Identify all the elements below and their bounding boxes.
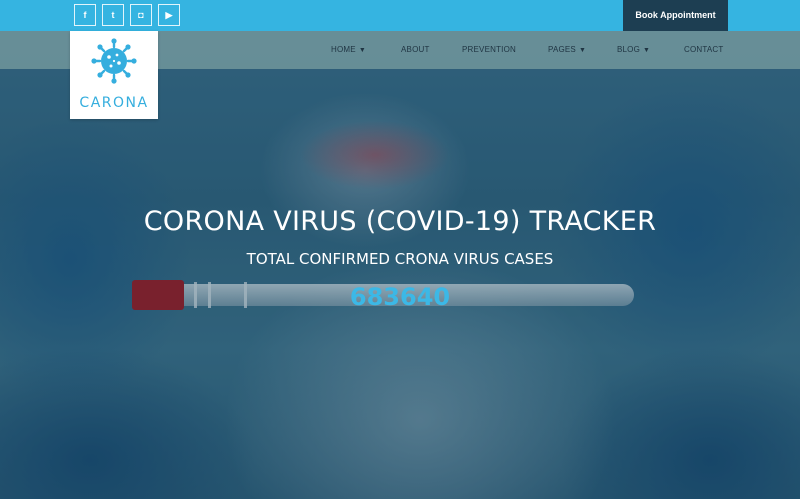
nav-item-label: HOME (331, 45, 356, 54)
nav-item-contact[interactable]: CONTACT (684, 31, 723, 69)
chevron-down-icon: ▼ (358, 47, 366, 54)
chevron-down-icon: ▼ (643, 47, 651, 54)
top-bar: f t ◘ ▶ Book Appointment (0, 0, 800, 31)
virus-icon (91, 38, 137, 84)
page: f t ◘ ▶ Book Appointment HOME ▼ ABOUT PRE… (0, 0, 800, 499)
confirmed-cases-count: 683640 (349, 283, 451, 311)
facebook-icon[interactable]: f (74, 4, 96, 26)
instagram-icon[interactable]: ◘ (130, 4, 152, 26)
nav-item-pages[interactable]: PAGES ▼ (548, 31, 586, 69)
twitter-icon[interactable]: t (102, 4, 124, 26)
nav-item-home[interactable]: HOME ▼ (331, 31, 366, 69)
chevron-down-icon: ▼ (578, 47, 587, 54)
nav-item-label: ABOUT (401, 45, 430, 54)
logo-text: CARONA (79, 95, 149, 111)
nav-item-about[interactable]: ABOUT (401, 31, 430, 69)
site-logo[interactable]: CARONA (70, 31, 158, 119)
nav-item-blog[interactable]: BLOG ▼ (617, 31, 650, 69)
book-appointment-button[interactable]: Book Appointment (623, 0, 728, 31)
nav-item-label: PREVENTION (462, 45, 517, 54)
hero-title: CORONA VIRUS (COVID-19) TRACKER (143, 206, 657, 237)
youtube-icon[interactable]: ▶ (158, 4, 180, 26)
nav-item-label: CONTACT (684, 45, 724, 54)
nav-item-label: PAGES (548, 45, 576, 54)
nav-item-label: BLOG (617, 45, 641, 54)
nav-item-prevention[interactable]: PREVENTION (462, 31, 516, 69)
hero-subtitle: TOTAL CONFIRMED CRONA VIRUS CASES (246, 250, 554, 268)
